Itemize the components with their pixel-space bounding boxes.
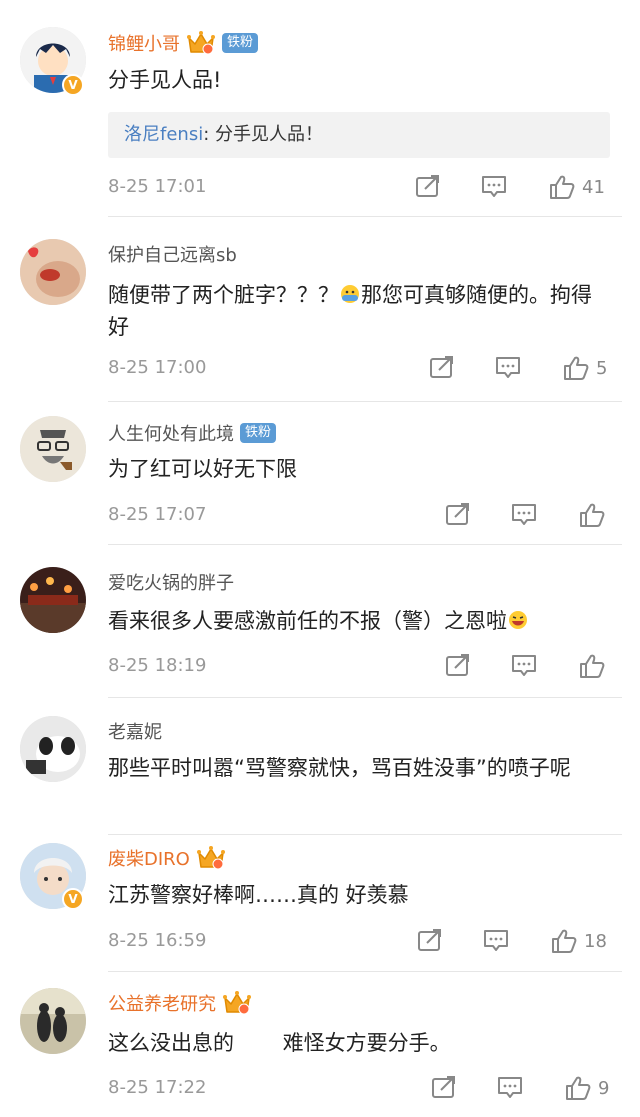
emoji-icon: [341, 285, 359, 303]
repost-button[interactable]: [428, 355, 456, 381]
like-count: 41: [582, 176, 605, 198]
avatar[interactable]: [20, 416, 86, 482]
thumbs-up-icon: [550, 928, 578, 954]
fan-badge: 铁粉: [240, 423, 277, 443]
comment-text: 那些平时叫嚣“骂警察就快，骂百姓没事”的喷子呢: [108, 756, 571, 780]
username[interactable]: 废柴DIRO: [108, 845, 190, 871]
comment-button[interactable]: [482, 928, 510, 954]
thumbs-up-icon: [548, 174, 576, 200]
comment-icon: [496, 1075, 524, 1101]
laughing-emoji-icon: [509, 611, 527, 629]
comment-feed: V 锦鲤小哥 铁粉 分手见人品! 洛尼fensi: 分手见人品！ 8-25 17…: [0, 0, 640, 1117]
avatar[interactable]: [20, 567, 86, 633]
verified-v-icon: V: [62, 74, 84, 96]
timestamp: 8-25 16:59: [108, 930, 207, 951]
like-count: 18: [584, 930, 607, 952]
username[interactable]: 人生何处有此境: [108, 420, 234, 446]
username[interactable]: 锦鲤小哥: [108, 30, 180, 56]
comment-button[interactable]: [496, 1075, 524, 1101]
comment-text-part: 看来很多人要感激前任的不报（警）之恩啦: [108, 609, 507, 633]
like-button[interactable]: 41: [548, 174, 605, 200]
crown-badge-icon: [222, 990, 252, 1016]
comment-icon: [510, 502, 538, 528]
comment-text: 这么没出息的 难怪女方要分手。: [108, 1031, 451, 1055]
comment-text: 分手见人品!: [108, 68, 222, 92]
comment-text: 看来很多人要感激前任的不报（警）之恩啦: [108, 605, 610, 637]
comment-button[interactable]: [494, 355, 522, 381]
username[interactable]: 公益养老研究: [108, 990, 216, 1016]
repost-icon: [444, 653, 472, 679]
comment-item: 公益养老研究 这么没出息的 难怪女方要分手。 8-25 17:22 9: [0, 972, 640, 1117]
comment-item: 老嘉妮 那些平时叫嚣“骂警察就快，骂百姓没事”的喷子呢: [0, 698, 640, 835]
comment-item: 爱吃火锅的胖子 看来很多人要感激前任的不报（警）之恩啦 8-25 18:19: [0, 545, 640, 698]
timestamp: 8-25 17:00: [108, 357, 207, 378]
like-count: 5: [596, 357, 608, 379]
crown-badge-icon: [196, 845, 226, 871]
comment-icon: [510, 653, 538, 679]
thumbs-up-icon: [564, 1075, 592, 1101]
repost-icon: [430, 1075, 458, 1101]
crown-badge-icon: [186, 30, 216, 56]
comment-text-part: 随便带了两个脏字？？？: [108, 283, 339, 307]
comment-item: 人生何处有此境 铁粉 为了红可以好无下限 8-25 17:07: [0, 402, 640, 545]
repost-button[interactable]: [444, 653, 472, 679]
quote-separator: :: [203, 124, 215, 145]
like-button[interactable]: 5: [562, 355, 607, 381]
avatar[interactable]: [20, 716, 86, 782]
repost-icon: [444, 502, 472, 528]
username[interactable]: 老嘉妮: [108, 718, 162, 744]
avatar[interactable]: [20, 988, 86, 1054]
like-count: 9: [598, 1077, 610, 1099]
quoted-text: 分手见人品！: [215, 124, 323, 145]
fan-badge: 铁粉: [222, 33, 259, 53]
repost-icon: [416, 928, 444, 954]
timestamp: 8-25 18:19: [108, 655, 207, 676]
timestamp: 8-25 17:01: [108, 176, 207, 197]
comment-icon: [494, 355, 522, 381]
comment-item: V 锦鲤小哥 铁粉 分手见人品! 洛尼fensi: 分手见人品！ 8-25 17…: [0, 0, 640, 217]
comment-item: 保护自己远离sb 随便带了两个脏字？？？ 那您可真够随便的。拘得好 8-25 17…: [0, 217, 640, 402]
username[interactable]: 爱吃火锅的胖子: [108, 569, 234, 595]
comment-text: 为了红可以好无下限: [108, 457, 297, 481]
repost-button[interactable]: [416, 928, 444, 954]
timestamp: 8-25 17:07: [108, 504, 207, 525]
repost-icon: [428, 355, 456, 381]
comment-item: V 废柴DIRO 江苏警察好棒啊……真的 好羡慕 8-25 16:59 18: [0, 835, 640, 972]
comment-button[interactable]: [510, 653, 538, 679]
quoted-post[interactable]: 洛尼fensi: 分手见人品！: [108, 112, 610, 158]
repost-button[interactable]: [444, 502, 472, 528]
comment-button[interactable]: [510, 502, 538, 528]
comment-icon: [482, 928, 510, 954]
like-button[interactable]: 9: [564, 1075, 609, 1101]
repost-icon: [414, 174, 442, 200]
thumbs-up-icon: [562, 355, 590, 381]
verified-v-icon: V: [62, 888, 84, 910]
comment-text: 江苏警察好棒啊……真的 好羡慕: [108, 883, 409, 907]
thumbs-up-icon: [578, 502, 606, 528]
thumbs-up-icon: [578, 653, 606, 679]
avatar[interactable]: [20, 239, 86, 305]
comment-button[interactable]: [480, 174, 508, 200]
comment-text: 随便带了两个脏字？？？ 那您可真够随便的。拘得好: [108, 279, 610, 343]
like-button[interactable]: [578, 653, 606, 679]
username[interactable]: 保护自己远离sb: [108, 241, 237, 267]
timestamp: 8-25 17:22: [108, 1077, 207, 1098]
repost-button[interactable]: [414, 174, 442, 200]
quoted-username[interactable]: 洛尼fensi: [124, 124, 203, 145]
repost-button[interactable]: [430, 1075, 458, 1101]
comment-icon: [480, 174, 508, 200]
like-button[interactable]: 18: [550, 928, 607, 954]
like-button[interactable]: [578, 502, 606, 528]
